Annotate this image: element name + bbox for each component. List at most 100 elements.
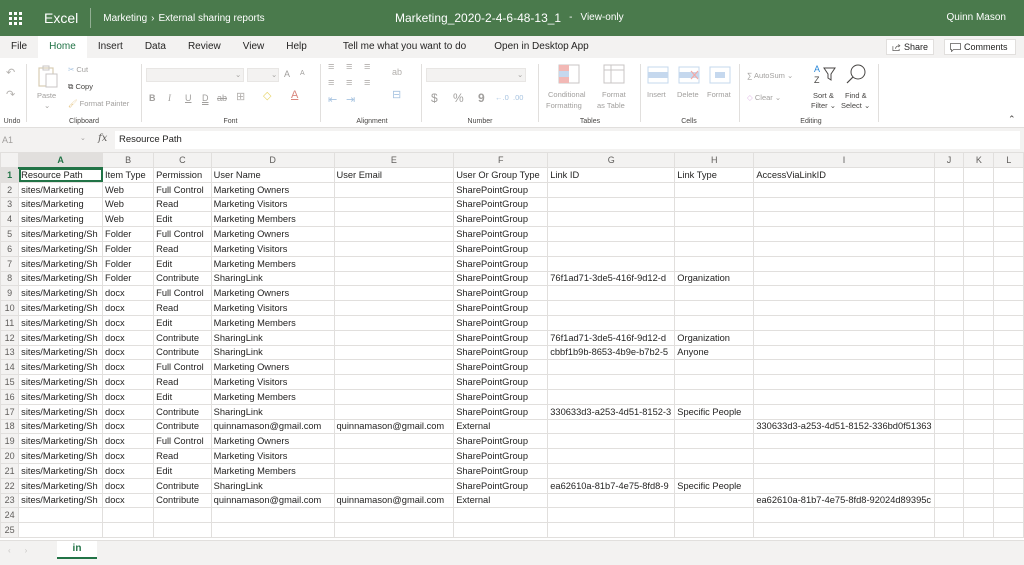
redo-icon[interactable]: ↷ xyxy=(6,88,15,101)
row-header[interactable]: 6 xyxy=(0,240,20,257)
cell-c3[interactable]: Read xyxy=(153,196,212,213)
cell-i15[interactable] xyxy=(753,374,935,390)
cell-b12[interactable]: docx xyxy=(102,329,155,346)
wrap-text-icon[interactable]: ab xyxy=(392,67,402,77)
row-header[interactable]: 15 xyxy=(0,374,20,390)
cell-j1[interactable] xyxy=(933,167,965,183)
row-header[interactable]: 12 xyxy=(0,329,20,346)
cell-e9[interactable] xyxy=(333,285,455,302)
breadcrumb-item-site[interactable]: Marketing xyxy=(103,13,147,24)
cell-l8[interactable] xyxy=(993,270,1024,287)
cell-i23[interactable]: ea62610a-81b7-4e75-8fd8-92024d89395c xyxy=(753,492,935,509)
collapse-ribbon-icon[interactable]: ⌃ xyxy=(1008,114,1016,125)
sheet-tab-in[interactable]: in xyxy=(57,541,97,559)
cell-k24[interactable] xyxy=(963,507,995,524)
cell-a22[interactable]: sites/Marketing/Sh xyxy=(18,477,104,494)
function-icon[interactable]: fx xyxy=(98,133,107,144)
row-header[interactable]: 21 xyxy=(0,462,20,479)
cell-k21[interactable] xyxy=(963,462,995,479)
cell-j16[interactable] xyxy=(933,388,965,405)
cell-b10[interactable]: docx xyxy=(102,300,155,316)
cell-k18[interactable] xyxy=(963,418,995,435)
cell-b7[interactable]: Folder xyxy=(102,255,155,272)
cell-c12[interactable]: Contribute xyxy=(153,329,212,346)
cell-k11[interactable] xyxy=(963,314,995,331)
cell-h3[interactable] xyxy=(674,196,755,213)
cell-j9[interactable] xyxy=(933,285,965,302)
cell-e13[interactable] xyxy=(333,344,455,361)
tab-help[interactable]: Help xyxy=(275,36,318,58)
delete-cells-icon[interactable] xyxy=(678,66,700,84)
comments-button[interactable]: Comments xyxy=(944,39,1016,55)
row-header[interactable]: 9 xyxy=(0,285,20,302)
row-header[interactable]: 4 xyxy=(0,211,20,228)
cell-b19[interactable]: docx xyxy=(102,433,155,450)
borders-icon[interactable]: ⊞ xyxy=(236,90,245,103)
cell-b4[interactable]: Web xyxy=(102,211,155,228)
column-header-h[interactable]: H xyxy=(674,152,755,168)
clear-button[interactable]: ◇ Clear ⌄ xyxy=(747,93,781,102)
cell-f22[interactable]: SharePointGroup xyxy=(453,477,549,494)
cell-c2[interactable]: Full Control xyxy=(153,181,212,198)
cell-k19[interactable] xyxy=(963,433,995,450)
conditional-formatting-icon[interactable] xyxy=(558,64,580,84)
cell-k16[interactable] xyxy=(963,388,995,405)
align-top-icon[interactable]: ≡ xyxy=(328,61,334,73)
row-header[interactable]: 5 xyxy=(0,226,20,242)
cell-h12[interactable]: Organization xyxy=(674,329,755,346)
cell-j18[interactable] xyxy=(933,418,965,435)
cell-f5[interactable]: SharePointGroup xyxy=(453,226,549,242)
cell-g7[interactable] xyxy=(547,255,676,272)
undo-icon[interactable]: ↶ xyxy=(6,66,15,79)
document-title[interactable]: Marketing_2020-2-4-6-48-13_1 - View-only xyxy=(395,11,624,25)
double-underline-button[interactable]: D xyxy=(202,93,209,103)
cell-l7[interactable] xyxy=(993,255,1024,272)
cell-l21[interactable] xyxy=(993,462,1024,479)
cell-f19[interactable]: SharePointGroup xyxy=(453,433,549,450)
cell-j14[interactable] xyxy=(933,359,965,376)
cell-b18[interactable]: docx xyxy=(102,418,155,435)
cell-j2[interactable] xyxy=(933,181,965,198)
cell-e8[interactable] xyxy=(333,270,455,287)
cell-j23[interactable] xyxy=(933,492,965,509)
cell-f24[interactable] xyxy=(453,507,549,524)
cell-a23[interactable]: sites/Marketing/Sh xyxy=(18,492,104,509)
cell-d17[interactable]: SharingLink xyxy=(210,403,335,420)
cell-h9[interactable] xyxy=(674,285,755,302)
cell-a7[interactable]: sites/Marketing/Sh xyxy=(18,255,104,272)
align-middle-icon[interactable]: ≡ xyxy=(346,61,352,73)
cell-l22[interactable] xyxy=(993,477,1024,494)
app-launcher-button[interactable] xyxy=(0,0,30,36)
cell-l2[interactable] xyxy=(993,181,1024,198)
cell-h4[interactable] xyxy=(674,211,755,228)
cell-f8[interactable]: SharePointGroup xyxy=(453,270,549,287)
conditional-formatting-button[interactable]: Conditional xyxy=(548,90,586,99)
cell-f7[interactable]: SharePointGroup xyxy=(453,255,549,272)
cell-h13[interactable]: Anyone xyxy=(674,344,755,361)
cell-i8[interactable] xyxy=(753,270,935,287)
cell-g25[interactable] xyxy=(547,522,676,538)
cell-i24[interactable] xyxy=(753,507,935,524)
cell-f1[interactable]: User Or Group Type xyxy=(453,167,549,183)
row-header[interactable]: 13 xyxy=(0,344,20,361)
currency-button[interactable]: $ xyxy=(431,91,438,105)
cell-c25[interactable] xyxy=(153,522,212,538)
cell-j13[interactable] xyxy=(933,344,965,361)
delete-cells-button[interactable]: Delete xyxy=(677,90,699,99)
row-header[interactable]: 14 xyxy=(0,359,20,376)
insert-cells-button[interactable]: Insert xyxy=(647,90,666,99)
cell-f13[interactable]: SharePointGroup xyxy=(453,344,549,361)
cell-l24[interactable] xyxy=(993,507,1024,524)
cell-d19[interactable]: Marketing Owners xyxy=(210,433,335,450)
row-header[interactable]: 23 xyxy=(0,492,20,509)
tab-insert[interactable]: Insert xyxy=(87,36,134,58)
cell-h2[interactable] xyxy=(674,181,755,198)
row-header[interactable]: 16 xyxy=(0,388,20,405)
cell-d1[interactable]: User Name xyxy=(210,167,335,183)
align-center-icon[interactable]: ≡ xyxy=(346,77,352,89)
format-as-table-icon[interactable] xyxy=(603,64,625,84)
cell-f18[interactable]: External xyxy=(453,418,549,435)
cell-e10[interactable] xyxy=(333,300,455,316)
cell-e25[interactable] xyxy=(333,522,455,538)
sort-filter-button[interactable]: Sort & xyxy=(813,91,834,100)
